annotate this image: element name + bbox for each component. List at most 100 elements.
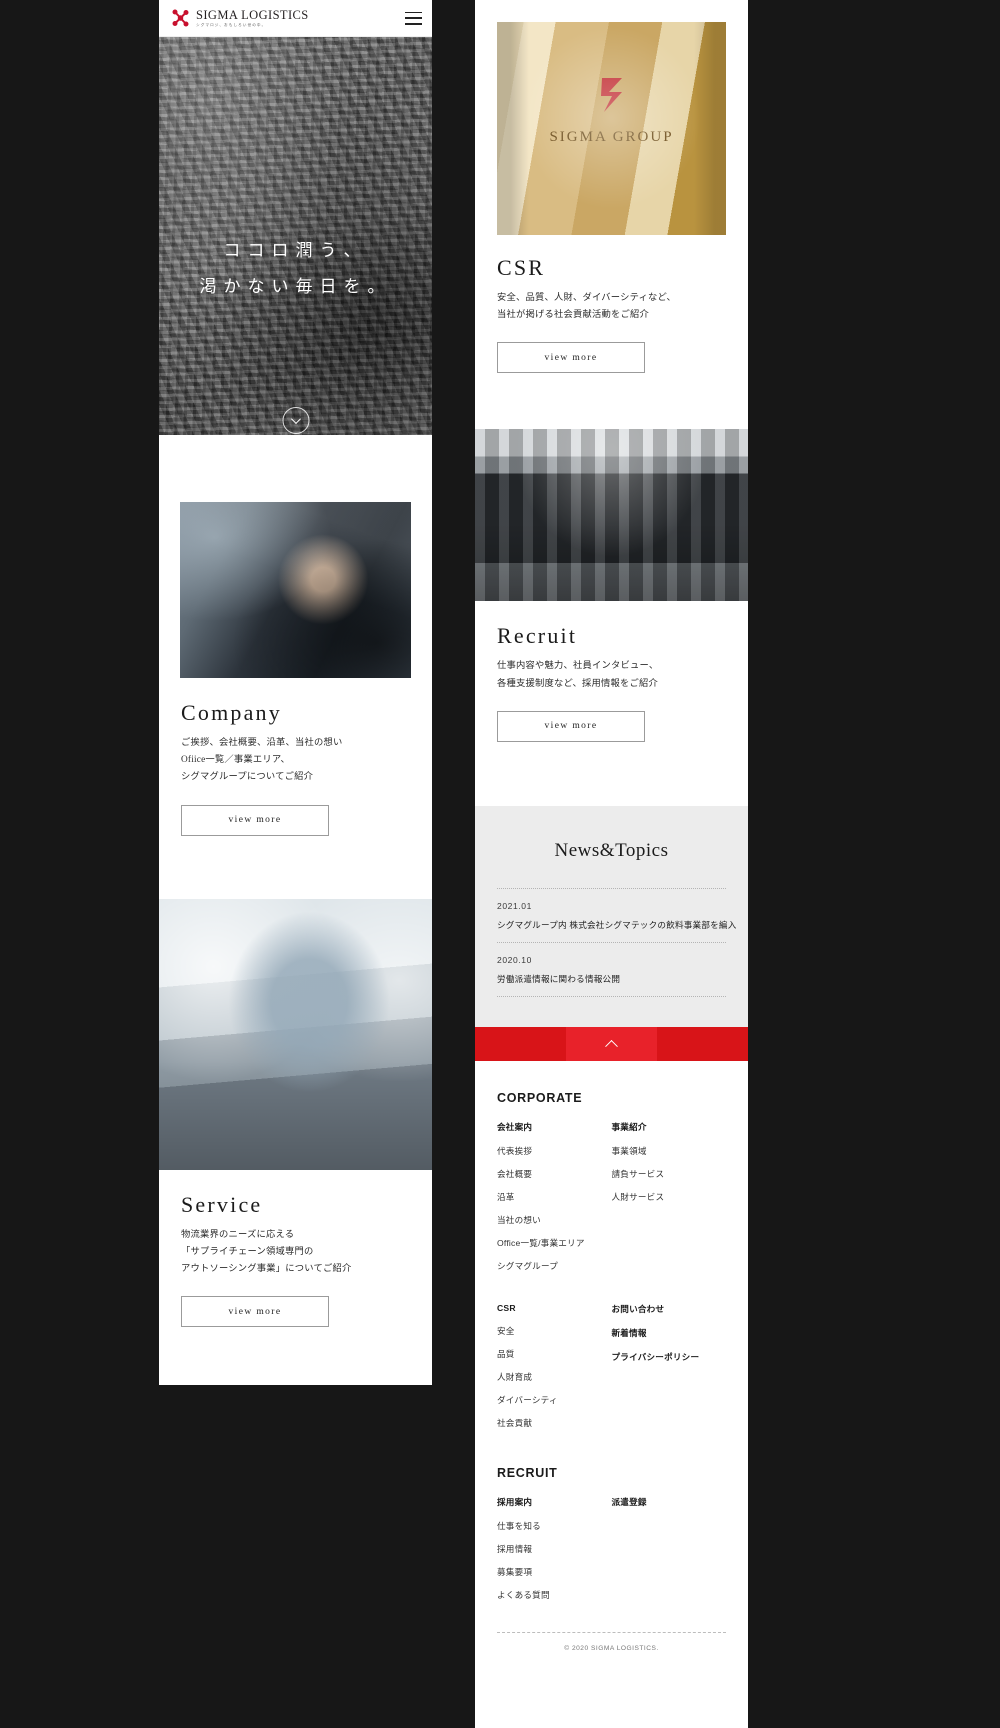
footer-divider [497,1631,726,1633]
left-page-column: SIGMA LOGISTICS シグマロジ、おもしろい世の中。 ココロ潤う、 渇… [159,0,432,1385]
company-view-more-button[interactable]: view more [181,804,329,836]
footer-link[interactable]: Office一覧/事業エリア [497,1237,612,1249]
footer-link[interactable]: 人財育成 [497,1371,612,1383]
footer-group-title-corporate: CORPORATE [497,1090,583,1105]
footer-link[interactable]: 品質 [497,1348,612,1360]
company-desc-line-1: ご挨拶、会社概要、沿革、当社の想い [181,738,343,748]
news-headline: シグマグループ内 株式会社シグマテックの飲料事業部を編入 [497,919,737,930]
footer-head[interactable]: CSR [497,1303,612,1313]
card-service: Service 物流業界のニーズに応える 「サプライチェーン領域専門の アウトソ… [159,835,432,1328]
card-recruit: Recruit 仕事内容や魅力、社員インタビュー、 各種支援制度など、採用情報を… [475,373,748,806]
footer-column-saiyo-annai: 採用案内 仕事を知る 採用情報 募集要項 よくある質問 [497,1496,612,1612]
footer-group-corporate: CORPORATE 会社案内 代表挨拶 会社概要 沿革 当社の想い Office… [497,1091,726,1283]
service-desc-line-2: 「サプライチェーン領域専門の [181,1246,314,1257]
footer-column-jigyo-shokai: 事業紹介 事業領域 請負サービス 人財サービス [612,1121,727,1283]
red-bar-left [475,1027,566,1061]
company-description: ご挨拶、会社概要、沿革、当社の想い Ofiice一覧／事業エリア、 シグマグルー… [181,735,410,787]
footer-link[interactable]: 安全 [497,1325,612,1337]
csr-title: CSR [497,255,546,280]
csr-description: 安全、品質、人財、ダイバーシティなど、 当社が掲げる社会貢献活動をご紹介 [497,290,726,324]
footer-link[interactable]: 募集要項 [497,1566,612,1578]
male-staff-with-trucks-photo [159,898,432,1170]
company-title: Company [181,700,282,725]
sigma-logo-icon [171,8,191,28]
recruit-desc-line-1: 仕事内容や魅力、社員インタビュー、 [497,661,659,672]
logo-title: SIGMA LOGISTICS [196,7,309,22]
scroll-down-circle-icon[interactable] [282,407,309,434]
footer-link[interactable]: 人財サービス [612,1191,727,1203]
footer-spacer [497,1440,726,1466]
news-date: 2021.01 [497,900,532,911]
copyright-text: © 2020 SIGMA LOGISTICS. [564,1644,659,1652]
hero-line-2: 渇かない毎日を。 [199,276,392,296]
site-logo[interactable]: SIGMA LOGISTICS シグマロジ、おもしろい世の中。 [171,8,309,28]
signboard-caption: SIGMA GROUP [549,128,674,145]
news-date: 2020.10 [497,954,532,965]
footer-link[interactable]: 請負サービス [612,1168,727,1180]
hero-copy: ココロ潤う、 渇かない毎日を。 [159,233,432,304]
company-desc-line-2: Ofiice一覧／事業エリア、 [181,755,290,766]
csr-desc-line-1: 安全、品質、人財、ダイバーシティなど、 [497,293,677,303]
news-item[interactable]: 2020.10 労働派遣情報に関わる情報公開 [497,941,726,997]
screenshot-root: SIGMA LOGISTICS シグマロジ、おもしろい世の中。 ココロ潤う、 渇… [0,0,1000,1728]
card-company: Company ご挨拶、会社概要、沿革、当社の想い Ofiice一覧／事業エリア… [159,435,432,836]
footer-link[interactable]: 新着情報 [612,1327,727,1339]
service-view-more-button[interactable]: view more [181,1296,329,1328]
company-desc-line-3: シグマグループについてご紹介 [181,772,314,783]
footer-head[interactable]: お問い合わせ [612,1303,727,1315]
footer-link[interactable]: 社会貢献 [497,1417,612,1429]
hamburger-menu-icon[interactable] [405,11,422,25]
recruit-title: Recruit [497,623,578,649]
news-headline: 労働派遣情報に関わる情報公開 [497,973,621,984]
footer-link[interactable]: シグマグループ [497,1260,612,1272]
recruit-team-photo [475,429,748,602]
news-item[interactable]: 2021.01 シグマグループ内 株式会社シグマテックの飲料事業部を編入 [497,887,737,942]
footer-group-csr: CSR 安全 品質 人財育成 ダイバーシティ 社会貢献 お問い合わせ 新着情報 … [497,1303,726,1440]
news-section: News&Topics 2021.01 シグマグループ内 株式会社シグマテックの… [475,805,748,1027]
footer-head[interactable]: 派遣登録 [612,1496,727,1508]
recruit-desc-line-2: 各種支援制度など、採用情報をご紹介 [497,678,658,689]
footer-head[interactable]: 採用案内 [497,1496,612,1508]
sigma-group-emblem-icon [592,72,632,116]
footer-spacer [497,1283,726,1303]
red-bar-right [657,1027,748,1061]
sigma-group-signboard-photo: SIGMA GROUP [497,22,726,235]
footer-link[interactable]: 会社概要 [497,1168,612,1180]
csr-view-more-button[interactable]: view more [497,342,645,374]
site-header: SIGMA LOGISTICS シグマロジ、おもしろい世の中。 [159,0,432,37]
footer-link[interactable]: 事業領域 [612,1145,727,1157]
footer-column-haken-toroku: 派遣登録 [612,1496,727,1612]
news-section-title: News&Topics [554,839,669,861]
footer-link[interactable]: 採用情報 [497,1543,612,1555]
chevron-up-icon[interactable] [566,1026,657,1061]
service-desc-line-1: 物流業界のニーズに応える [181,1229,295,1240]
page-top-bar [475,1026,748,1061]
footer-link[interactable]: ダイバーシティ [497,1394,612,1406]
footer-link[interactable]: 代表挨拶 [497,1145,612,1157]
footer-head[interactable]: 事業紹介 [612,1121,727,1133]
footer-link[interactable]: 当社の想い [497,1214,612,1226]
footer-head[interactable]: 会社案内 [497,1121,612,1133]
right-page-column: SIGMA GROUP CSR 安全、品質、人財、ダイバーシティなど、 当社が掲… [475,0,748,1728]
service-title: Service [181,1191,263,1217]
footer-column-contact: お問い合わせ 新着情報 プライバシーポリシー [612,1303,727,1440]
footer-group-title-recruit: RECRUIT [497,1465,558,1480]
footer-link[interactable]: 沿革 [497,1191,612,1203]
recruit-description: 仕事内容や魅力、社員インタビュー、 各種支援制度など、採用情報をご紹介 [497,658,726,692]
footer-link[interactable]: プライバシーポリシー [612,1351,727,1363]
footer-group-recruit: RECRUIT 採用案内 仕事を知る 採用情報 募集要項 よくある質問 派遣登録 [497,1466,726,1612]
female-truck-driver-photo [180,502,411,678]
footer-link[interactable]: 仕事を知る [497,1520,612,1532]
hero-banner: ココロ潤う、 渇かない毎日を。 [159,37,432,435]
service-desc-line-3: アウトソーシング事業」についてご紹介 [181,1263,352,1274]
footer-column-kaisha-annai: 会社案内 代表挨拶 会社概要 沿革 当社の想い Office一覧/事業エリア シ… [497,1121,612,1283]
service-description: 物流業界のニーズに応える 「サプライチェーン領域専門の アウトソーシング事業」に… [181,1227,410,1279]
footer-link[interactable]: よくある質問 [497,1589,612,1601]
recruit-view-more-button[interactable]: view more [497,710,645,742]
logo-subtitle: シグマロジ、おもしろい世の中。 [196,22,267,27]
footer-column-csr: CSR 安全 品質 人財育成 ダイバーシティ 社会貢献 [497,1303,612,1440]
site-footer: CORPORATE 会社案内 代表挨拶 会社概要 沿革 当社の想い Office… [475,1060,748,1668]
card-csr: SIGMA GROUP CSR 安全、品質、人財、ダイバーシティなど、 当社が掲… [475,0,748,374]
hero-line-1: ココロ潤う、 [223,241,368,260]
csr-desc-line-2: 当社が掲げる社会貢献活動をご紹介 [497,310,649,321]
